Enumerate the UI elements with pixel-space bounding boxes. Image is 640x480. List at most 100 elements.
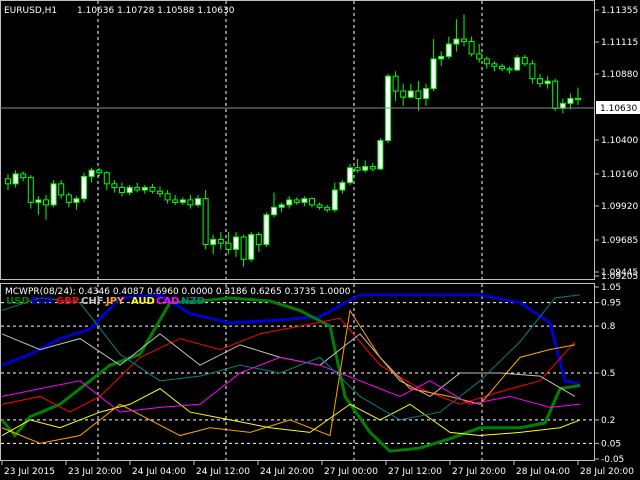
- candle-body: [217, 239, 224, 244]
- level-tick-label: 0.05: [601, 439, 621, 449]
- candle-body: [392, 75, 399, 92]
- candle-body: [293, 199, 300, 203]
- price-tick-label: 1.11355: [601, 6, 638, 16]
- level-tick-label: 0.8: [601, 322, 616, 332]
- candle-body: [544, 80, 551, 85]
- level-tick-label: 1.05: [601, 283, 621, 293]
- candle-body: [202, 198, 209, 245]
- candle-body: [43, 199, 49, 206]
- candle-body: [233, 236, 239, 250]
- candle-body: [73, 198, 80, 203]
- candle-body: [468, 41, 475, 55]
- candle-body: [324, 206, 331, 211]
- legend-nzd: NZD: [181, 296, 205, 307]
- candle-body: [111, 183, 118, 189]
- time-tick-label: 27 Jul 00:00: [324, 467, 378, 477]
- candle-body: [316, 204, 323, 208]
- candle-body: [461, 38, 467, 43]
- price-tick-label: 1.10880: [601, 70, 638, 80]
- time-tick-label: 28 Jul 04:00: [516, 467, 570, 477]
- candle-body: [58, 183, 65, 196]
- candle-body: [552, 80, 559, 109]
- candle-body: [88, 169, 95, 177]
- candle-body: [529, 63, 536, 80]
- candle-body: [423, 88, 429, 99]
- legend-chf: CHF: [81, 296, 104, 307]
- time-tick-label: 24 Jul 04:00: [132, 467, 186, 477]
- level-tick-label: -0.05: [601, 455, 624, 465]
- candle: [552, 78, 559, 111]
- chart-background: [0, 0, 640, 480]
- legend-jpy: JPY: [105, 296, 125, 307]
- level-tick-label: 0.2: [601, 416, 615, 426]
- time-tick-label: 27 Jul 12:00: [388, 467, 442, 477]
- legend-gbp: GBP: [56, 296, 79, 307]
- candle-body: [278, 204, 285, 208]
- time-tick-label: 28 Jul 20:00: [580, 467, 634, 477]
- candle-body: [483, 58, 490, 65]
- candle: [377, 138, 384, 171]
- candle-body: [400, 90, 407, 98]
- time-tick-label: 27 Jul 20:00: [452, 467, 506, 477]
- candle: [263, 212, 270, 247]
- candle-body: [27, 177, 34, 203]
- candle: [50, 180, 57, 208]
- candle-body: [103, 172, 110, 185]
- candle-body: [430, 58, 437, 90]
- candle-body: [445, 43, 452, 57]
- candle-body: [271, 206, 277, 216]
- ohlc-label: 1.10636 1.10728 1.10588 1.10630: [77, 6, 235, 16]
- candle-body: [514, 57, 521, 71]
- candle-body: [164, 193, 171, 201]
- candle-body: [506, 68, 513, 71]
- legend-cad: CAD: [156, 296, 179, 307]
- price-tick-label: 1.09920: [601, 202, 638, 212]
- candle-body: [537, 78, 543, 85]
- price-tick-label: 1.09685: [601, 236, 638, 246]
- candle-body: [157, 190, 163, 195]
- candle-body: [141, 187, 148, 191]
- candle-body: [179, 199, 186, 203]
- legend-eur: EUR: [31, 296, 54, 307]
- candle-body: [134, 187, 141, 191]
- candle-body: [5, 178, 11, 185]
- candle-body: [187, 199, 194, 206]
- candle-body: [491, 63, 498, 67]
- price-tick-label: 1.10400: [601, 136, 638, 146]
- price-tick-label: 1.11115: [601, 38, 638, 48]
- trading-chart[interactable]: EURUSD,H1 1.10636 1.10728 1.10588 1.1063…: [0, 0, 640, 480]
- candle-body: [521, 57, 528, 65]
- candle-body: [149, 187, 156, 192]
- candle-body: [248, 234, 255, 260]
- price-axis: 1.11355 1.11115 1.10880 1.10400 1.10160 1.099…: [595, 6, 638, 282]
- time-tick-label: 24 Jul 12:00: [196, 467, 250, 477]
- candle-body: [377, 140, 384, 170]
- time-tick-label: 24 Jul 20:00: [260, 467, 314, 477]
- price-tick-label: 1.09205: [601, 272, 638, 282]
- candle-body: [12, 173, 19, 185]
- symbol-label: EURUSD,H1: [4, 6, 57, 16]
- candle-body: [172, 199, 179, 203]
- candle-body: [567, 97, 574, 104]
- candle: [248, 232, 255, 262]
- candle-body: [369, 166, 376, 170]
- candle-body: [354, 167, 361, 171]
- price-tick-label: 1.10160: [601, 170, 638, 180]
- candle-body: [263, 214, 270, 245]
- candle-body: [126, 187, 133, 193]
- candle-body: [65, 194, 72, 203]
- candle-body: [286, 199, 293, 206]
- candle-body: [210, 239, 217, 245]
- candle-body: [301, 198, 308, 203]
- candle-body: [438, 55, 445, 60]
- candle-body: [119, 187, 125, 193]
- time-tick-label: 23 Jul 20:00: [68, 467, 122, 477]
- candle-body: [20, 173, 27, 179]
- candle-body: [415, 90, 422, 99]
- candle-body: [195, 198, 201, 206]
- legend-usd: USD: [6, 296, 30, 307]
- candle-body: [347, 167, 353, 184]
- candle-body: [453, 38, 460, 45]
- current-price-value: 1.10630: [600, 104, 637, 114]
- candle-body: [255, 234, 262, 245]
